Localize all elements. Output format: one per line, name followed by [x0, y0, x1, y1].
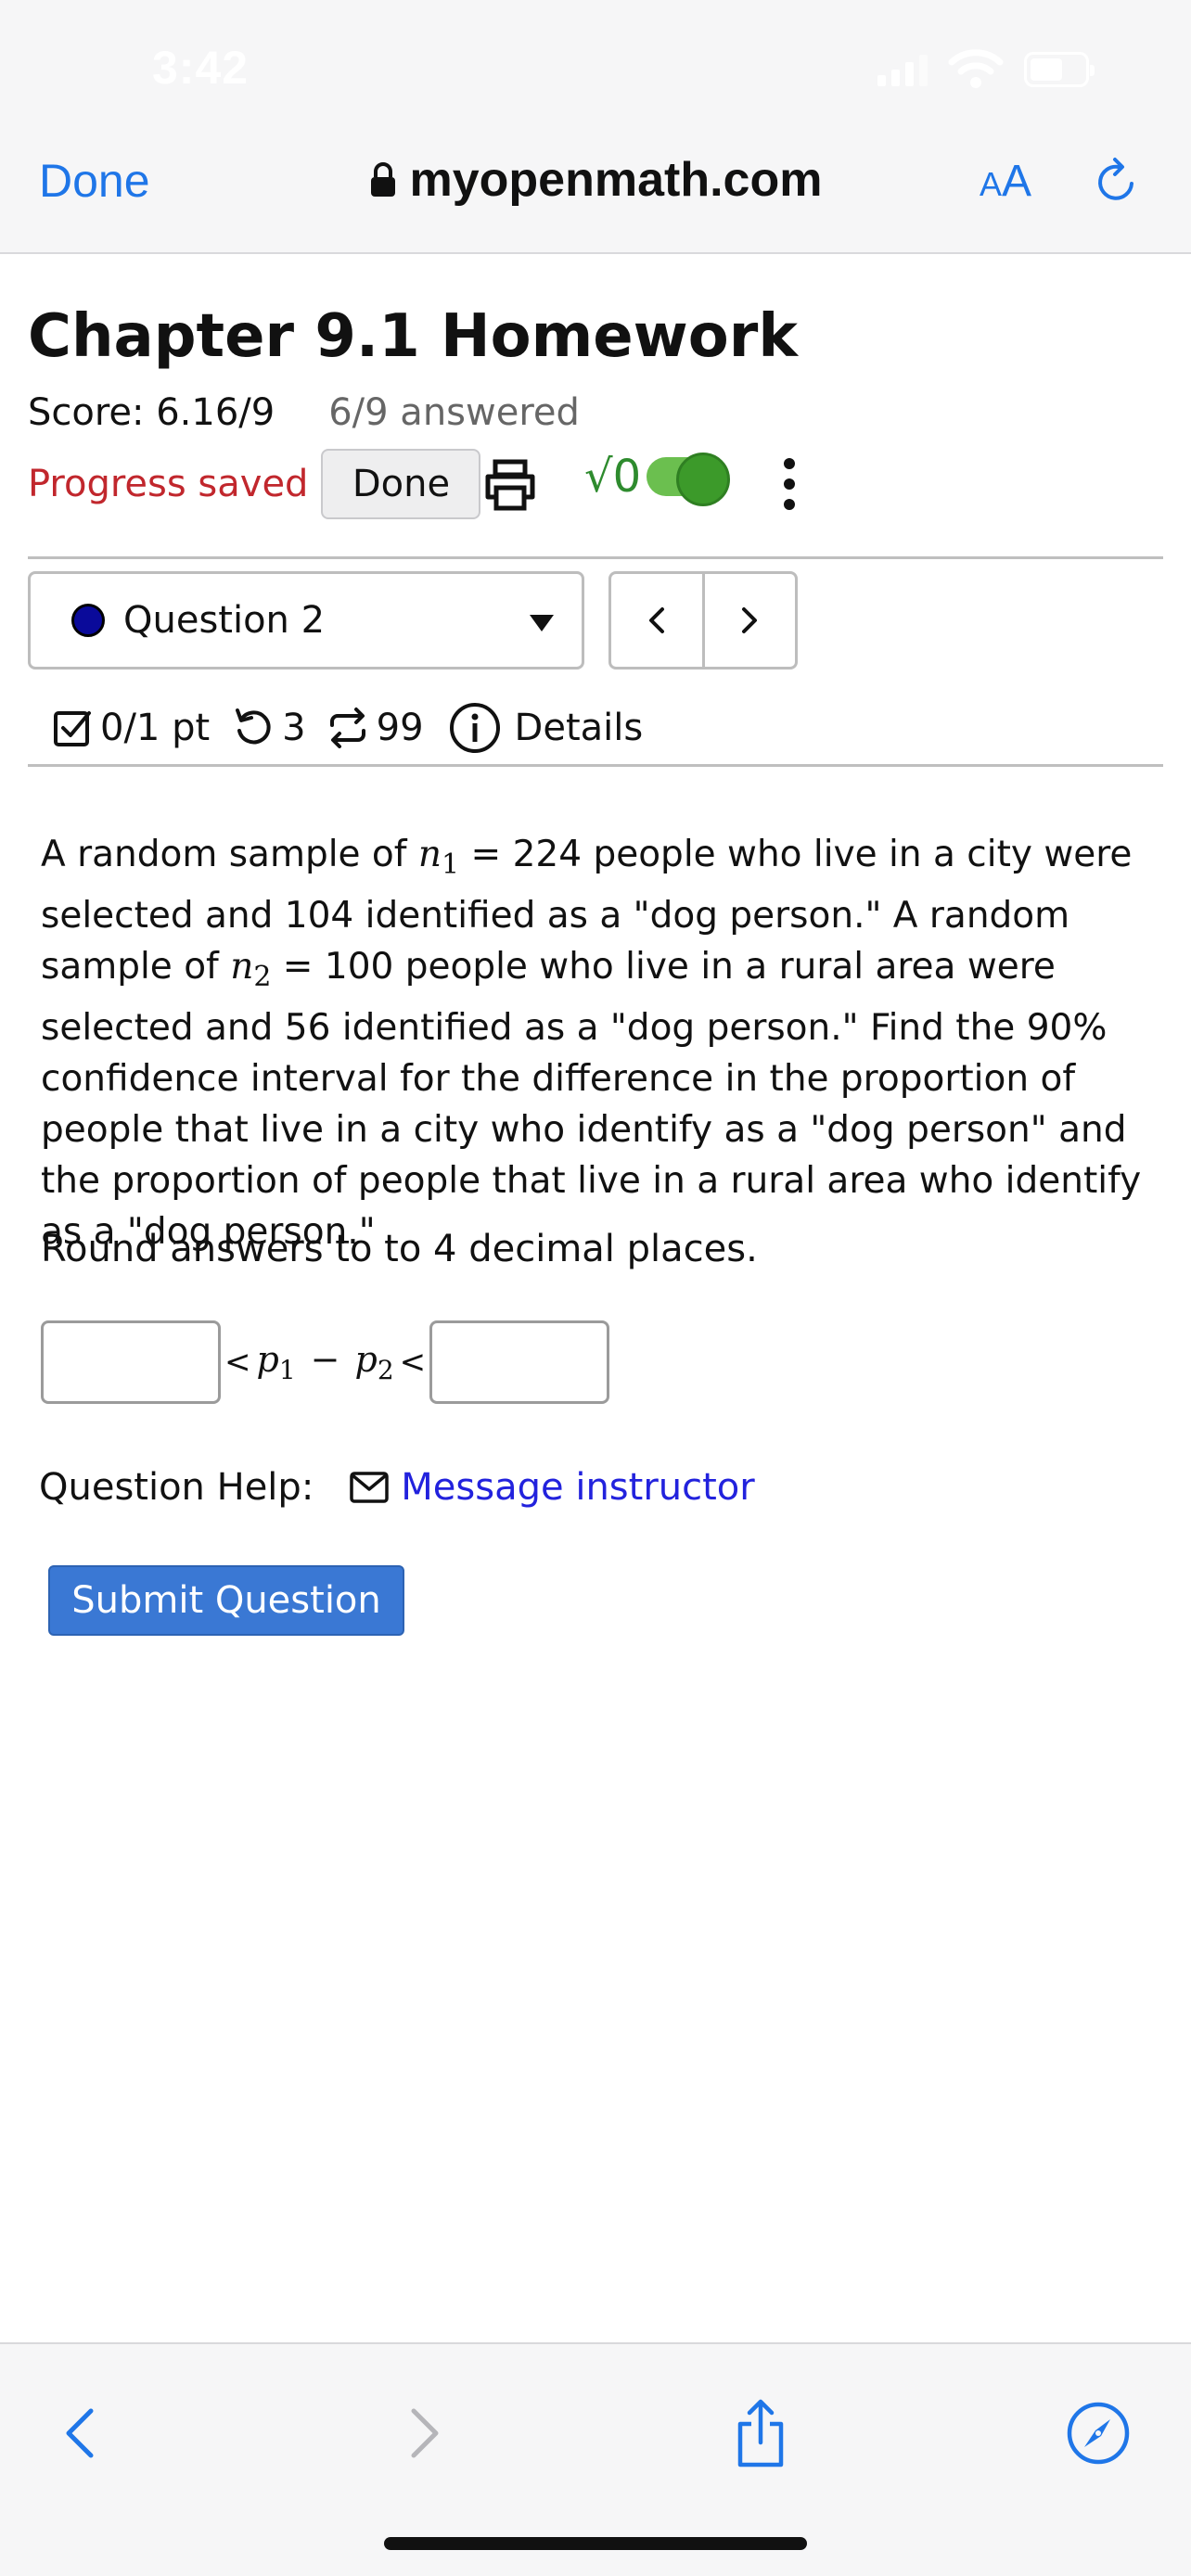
lock-icon	[370, 162, 395, 197]
divider	[28, 556, 1163, 559]
math-var-n1: n1	[417, 834, 459, 881]
lower-bound-input[interactable]	[41, 1320, 221, 1404]
divider	[28, 764, 1163, 767]
battery-icon	[1024, 52, 1095, 87]
p2-symbol: p	[354, 1339, 378, 1380]
sqrt-symbol: √0	[584, 451, 642, 503]
answered-count: 6/9 answered	[328, 391, 580, 434]
question-status-dot	[71, 604, 105, 637]
chevron-right-icon	[411, 2408, 439, 2458]
chevron-left-icon	[66, 2408, 94, 2458]
cellular-signal-icon	[877, 53, 928, 86]
text-size-small-a: A	[980, 165, 1003, 203]
minus-sign: −	[310, 1339, 340, 1380]
wifi-icon	[948, 49, 1004, 88]
math-var-n2: n2	[230, 946, 271, 993]
p1-symbol: p	[256, 1339, 279, 1380]
n1-subscript: 1	[442, 848, 460, 881]
versions-text: 99	[376, 707, 424, 749]
proportion-difference: p1− p2	[257, 1339, 394, 1385]
checkbox-icon	[54, 711, 91, 746]
message-instructor-link[interactable]: Message instructor	[401, 1466, 754, 1509]
status-icons	[877, 48, 1095, 91]
question-help-label: Question Help:	[39, 1466, 314, 1509]
home-indicator	[384, 2537, 807, 2550]
bookmarks-button[interactable]	[1061, 2396, 1135, 2470]
dropdown-caret-icon	[530, 615, 554, 631]
versions-icon	[329, 708, 365, 748]
forward-button[interactable]	[388, 2396, 462, 2470]
chevron-right-icon	[742, 607, 758, 633]
details-button[interactable]: Details	[448, 701, 644, 755]
question-text-part: A random sample of	[41, 834, 418, 875]
mail-icon	[350, 1472, 390, 1503]
less-than-symbol: <	[399, 1344, 427, 1381]
inequality-expression: < p1− p2 <	[221, 1339, 429, 1385]
less-than-symbol: <	[224, 1344, 251, 1381]
rounding-instruction: Round answers to to 4 decimal places.	[41, 1228, 758, 1270]
share-button[interactable]	[724, 2396, 798, 2470]
attempts-item: 3	[232, 707, 306, 749]
question-text: A random sample of n1 = 224 people who l…	[41, 829, 1172, 1257]
p2-subscript: 2	[377, 1355, 394, 1385]
url-text: myopenmath.com	[409, 153, 823, 207]
n2-symbol: n	[230, 946, 254, 988]
attempts-text: 3	[282, 707, 306, 749]
n1-symbol: n	[417, 834, 442, 875]
text-size-button[interactable]: AA	[980, 156, 1031, 207]
math-entry-toggle[interactable]: √0	[584, 451, 731, 506]
page-title: Chapter 9.1 Homework	[28, 302, 798, 371]
status-time: 3:42	[152, 42, 250, 94]
p1-subscript: 1	[278, 1355, 296, 1385]
back-button[interactable]	[43, 2396, 117, 2470]
toggle-icon	[647, 453, 731, 506]
previous-question-button[interactable]	[611, 574, 705, 667]
upper-bound-input[interactable]	[429, 1320, 610, 1404]
retry-icon	[236, 708, 271, 745]
details-label: Details	[514, 707, 644, 749]
question-selector-label: Question 2	[123, 599, 326, 642]
done-button[interactable]: Done	[321, 449, 481, 519]
submit-question-button[interactable]: Submit Question	[48, 1565, 404, 1636]
answer-row: < p1− p2 <	[41, 1320, 610, 1404]
text-size-large-a: A	[1002, 157, 1032, 206]
question-nav	[608, 571, 798, 670]
points-text: 0/1 pt	[100, 707, 211, 749]
safari-top-bar: 3:42 Done myopenmath.com AA	[0, 0, 1191, 254]
progress-saved-status: Progress saved	[28, 463, 309, 505]
n2-subscript: 2	[253, 961, 272, 993]
info-icon	[449, 703, 500, 753]
compass-icon	[1067, 2402, 1130, 2465]
reload-icon[interactable]	[1091, 156, 1143, 208]
versions-item: 99	[327, 707, 424, 749]
chevron-left-icon	[648, 607, 664, 633]
next-question-button[interactable]	[705, 574, 796, 667]
score-text: Score: 6.16/9	[28, 391, 275, 434]
question-help-row: Question Help: Message instructor	[39, 1460, 755, 1515]
question-meta-row: 0/1 pt 3 99 Details	[52, 697, 643, 759]
save-row: Progress saved Done	[28, 449, 481, 519]
more-icon[interactable]	[775, 449, 803, 519]
print-icon[interactable]	[482, 449, 538, 519]
score-row: Score: 6.16/9 6/9 answered	[28, 391, 580, 434]
share-icon	[737, 2399, 784, 2468]
question-text-part: = 100 people who live in a rural area we…	[41, 946, 1142, 1253]
points-item: 0/1 pt	[52, 707, 210, 749]
question-selector[interactable]: Question 2	[28, 571, 584, 670]
